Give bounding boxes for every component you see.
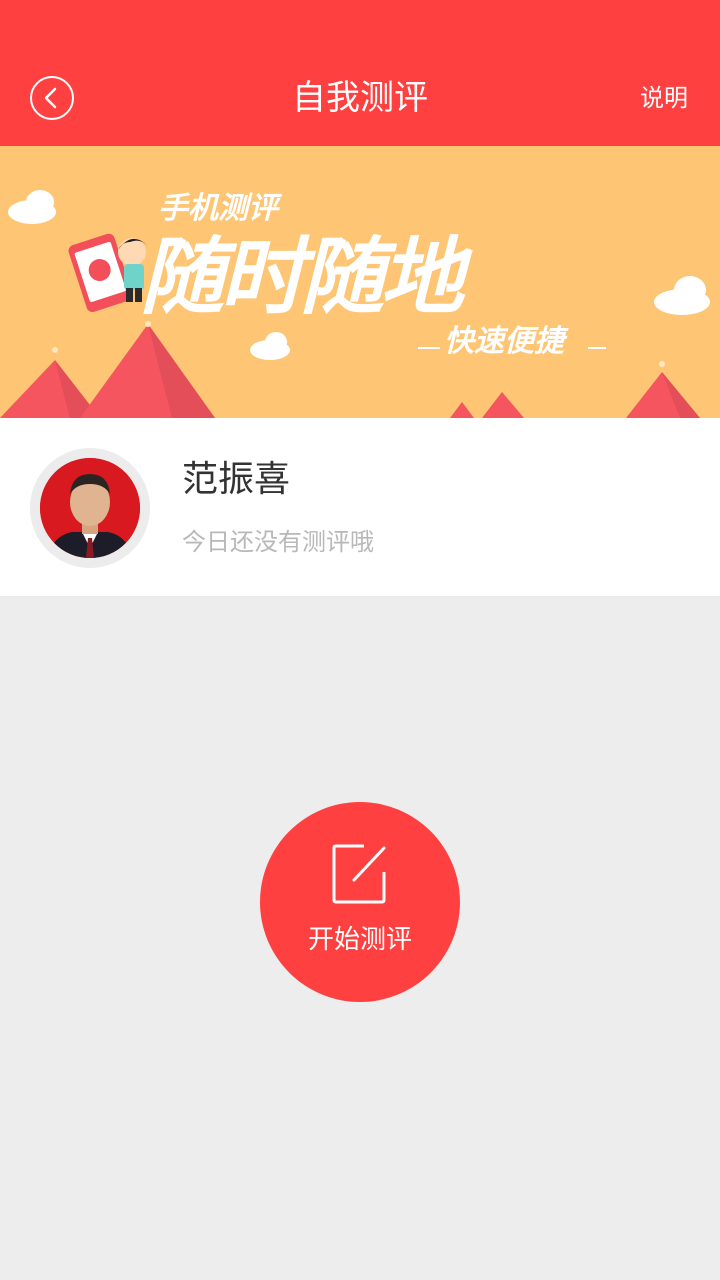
start-evaluation-label: 开始测评 (307, 925, 412, 955)
help-link[interactable]: 说明 (640, 80, 688, 116)
avatar (30, 448, 150, 568)
person-photo-icon (40, 458, 140, 558)
banner-illustration: 手机测评 随时随地 快速便捷 (0, 190, 710, 418)
page-title: 自我测评 (292, 78, 428, 118)
start-evaluation-button[interactable]: 开始测评 (260, 802, 460, 1002)
avatar-photo (40, 458, 140, 558)
svg-text:随时随地: 随时随地 (140, 228, 473, 326)
edit-icon (332, 844, 386, 904)
user-name: 范振喜 (182, 459, 291, 500)
user-profile-card: 范振喜 今日还没有测评哦 (0, 418, 720, 596)
svg-text:快速便捷: 快速便捷 (444, 324, 569, 359)
promo-banner: 手机测评 随时随地 快速便捷 (0, 146, 720, 418)
svg-text:手机测评: 手机测评 (158, 191, 283, 226)
evaluation-status: 今日还没有测评哦 (182, 528, 374, 556)
top-app-bar: 自我测评 说明 (0, 0, 720, 146)
